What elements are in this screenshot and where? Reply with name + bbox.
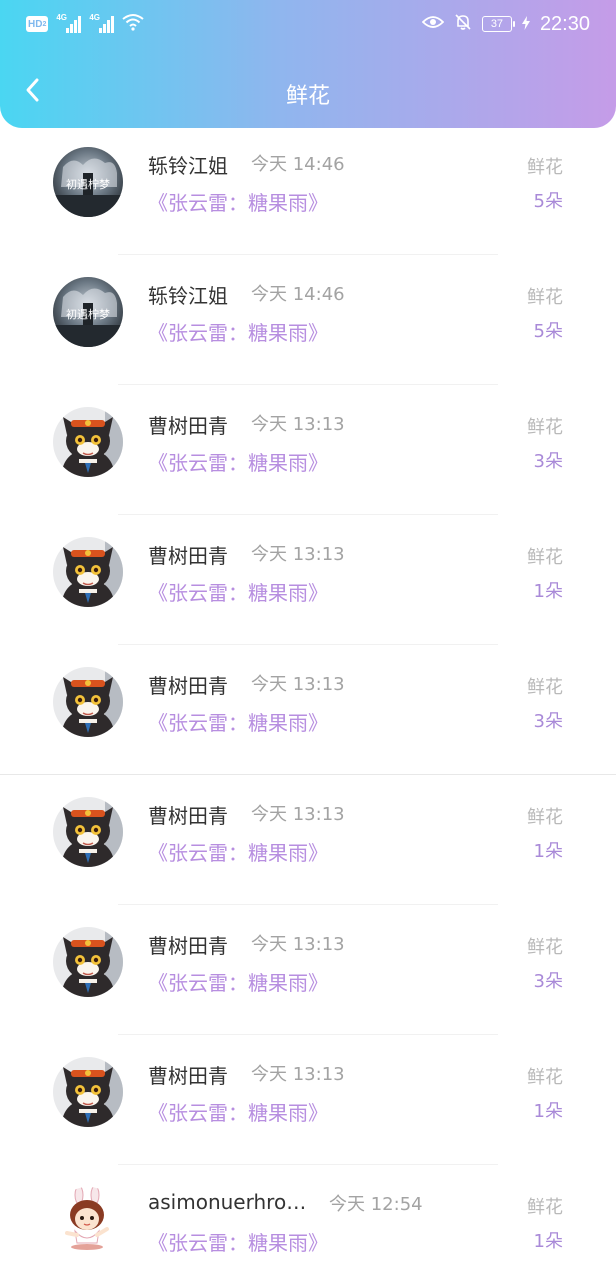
song-title-link[interactable]: 《张云雷：糖果雨》: [148, 447, 328, 476]
gift-count: 1朵: [533, 1101, 563, 1122]
song-title-link[interactable]: 《张云雷：糖果雨》: [148, 1227, 328, 1256]
send-time: 今天 13:13: [251, 934, 345, 955]
app-header: HD 2 4G 4G 37 22:30 鲜花: [0, 0, 616, 128]
gift-type-label: 鲜花: [527, 937, 563, 958]
song-title-link[interactable]: 《张云雷：糖果雨》: [148, 317, 328, 346]
sender-name[interactable]: 曹树田青: [148, 800, 228, 829]
svg-text:初遇柠梦: 初遇柠梦: [66, 307, 110, 321]
gift-type-label: 鲜花: [527, 1067, 563, 1088]
send-time: 今天 13:13: [251, 804, 345, 825]
list-item[interactable]: 曹树田青 今天 13:13 《张云雷：糖果雨》 鲜花 1朵: [0, 516, 616, 646]
status-clock: 22:30: [539, 12, 590, 35]
song-title-link[interactable]: 《张云雷：糖果雨》: [148, 707, 328, 736]
black-cat-avatar[interactable]: [53, 927, 123, 997]
dark-logo-avatar[interactable]: 初遇柠梦: [53, 147, 123, 217]
svg-text:初遇柠梦: 初遇柠梦: [66, 177, 110, 191]
sender-name[interactable]: 轹铃江姐: [148, 150, 228, 179]
row-divider: [118, 644, 498, 645]
list-item[interactable]: 曹树田青 今天 13:13 《张云雷：糖果雨》 鲜花 1朵: [0, 776, 616, 906]
gift-count: 5朵: [533, 321, 563, 342]
sender-name[interactable]: asimonuerhroc...: [148, 1190, 310, 1214]
sender-name[interactable]: 曹树田青: [148, 540, 228, 569]
black-cat-avatar[interactable]: [53, 797, 123, 867]
row-divider: [118, 514, 498, 515]
charging-icon: [521, 15, 530, 34]
hd-sub: 2: [42, 20, 47, 28]
list-item[interactable]: 曹树田青 今天 13:13 《张云雷：糖果雨》 鲜花 3朵: [0, 906, 616, 1036]
status-bar: HD 2 4G 4G 37 22:30: [0, 0, 616, 48]
status-bar-left: HD 2 4G 4G: [26, 12, 144, 36]
gift-type-label: 鲜花: [527, 417, 563, 438]
page-title: 鲜花: [285, 84, 330, 109]
list-item[interactable]: 初遇柠梦 轹铃江姐 今天 14:46 《张云雷：糖果雨》 鲜花 5朵: [0, 256, 616, 386]
black-cat-avatar[interactable]: [53, 667, 123, 737]
hd-badge: HD 2: [26, 16, 49, 32]
list-item[interactable]: 曹树田青 今天 13:13 《张云雷：糖果雨》 鲜花 3朵: [0, 386, 616, 516]
status-bar-right: 37 22:30: [421, 12, 590, 36]
song-title-link[interactable]: 《张云雷：糖果雨》: [148, 967, 328, 996]
send-time: 今天 14:46: [251, 154, 345, 175]
gift-count: 1朵: [533, 841, 563, 862]
wifi-icon: [122, 13, 144, 35]
gift-type-label: 鲜花: [527, 807, 563, 828]
song-title-link[interactable]: 《张云雷：糖果雨》: [148, 837, 328, 866]
row-divider: [118, 384, 498, 385]
eye-icon: [421, 14, 445, 34]
title-bar: 鲜花: [0, 48, 616, 128]
gift-type-label: 鲜花: [527, 157, 563, 178]
send-time: 今天 13:13: [251, 544, 345, 565]
black-cat-avatar[interactable]: [53, 1057, 123, 1127]
sender-name[interactable]: 曹树田青: [148, 410, 228, 439]
cellular-signal-1-icon: 4G: [56, 13, 82, 33]
row-divider: [118, 1034, 498, 1035]
list-item[interactable]: asimonuerhroc... 今天 12:54 《张云雷：糖果雨》 鲜花 1朵: [0, 1166, 616, 1280]
list-item[interactable]: 初遇柠梦 轹铃江姐 今天 14:46 《张云雷：糖果雨》 鲜花 5朵: [0, 126, 616, 256]
gift-count: 3朵: [533, 451, 563, 472]
song-title-link[interactable]: 《张云雷：糖果雨》: [148, 577, 328, 606]
sender-name[interactable]: 曹树田青: [148, 1060, 228, 1089]
gift-count: 3朵: [533, 971, 563, 992]
gift-type-label: 鲜花: [527, 547, 563, 568]
gift-type-label: 鲜花: [527, 287, 563, 308]
sender-name[interactable]: 曹树田青: [148, 930, 228, 959]
send-time: 今天 14:46: [251, 284, 345, 305]
battery-indicator: 37: [481, 16, 515, 32]
row-divider: [118, 254, 498, 255]
song-title-link[interactable]: 《张云雷：糖果雨》: [148, 1097, 328, 1126]
cellular-signal-2-icon: 4G: [89, 13, 115, 33]
bunny-girl-avatar[interactable]: [53, 1187, 123, 1257]
list-item[interactable]: 曹树田青 今天 13:13 《张云雷：糖果雨》 鲜花 1朵: [0, 1036, 616, 1166]
gift-type-label: 鲜花: [527, 1197, 563, 1218]
song-title-link[interactable]: 《张云雷：糖果雨》: [148, 187, 328, 216]
black-cat-avatar[interactable]: [53, 407, 123, 477]
gift-count: 1朵: [533, 581, 563, 602]
send-time: 今天 13:13: [251, 674, 345, 695]
gift-count: 3朵: [533, 711, 563, 732]
gift-type-label: 鲜花: [527, 677, 563, 698]
bell-off-icon: [454, 13, 472, 35]
gift-count: 1朵: [533, 1231, 563, 1252]
network-type-2: 4G: [89, 13, 101, 22]
send-time: 今天 13:13: [251, 1064, 345, 1085]
network-type-1: 4G: [56, 13, 68, 22]
list-item[interactable]: 曹树田青 今天 13:13 《张云雷：糖果雨》 鲜花 3朵: [0, 646, 616, 776]
black-cat-avatar[interactable]: [53, 537, 123, 607]
send-time: 今天 13:13: [251, 414, 345, 435]
gift-count: 5朵: [533, 191, 563, 212]
row-divider: [118, 904, 498, 905]
send-time: 今天 12:54: [329, 1194, 423, 1215]
sender-name[interactable]: 曹树田青: [148, 670, 228, 699]
dark-logo-avatar[interactable]: 初遇柠梦: [53, 277, 123, 347]
row-divider: [118, 1164, 498, 1165]
row-divider: [0, 774, 616, 775]
hd-label: HD: [28, 18, 43, 30]
sender-name[interactable]: 轹铃江姐: [148, 280, 228, 309]
